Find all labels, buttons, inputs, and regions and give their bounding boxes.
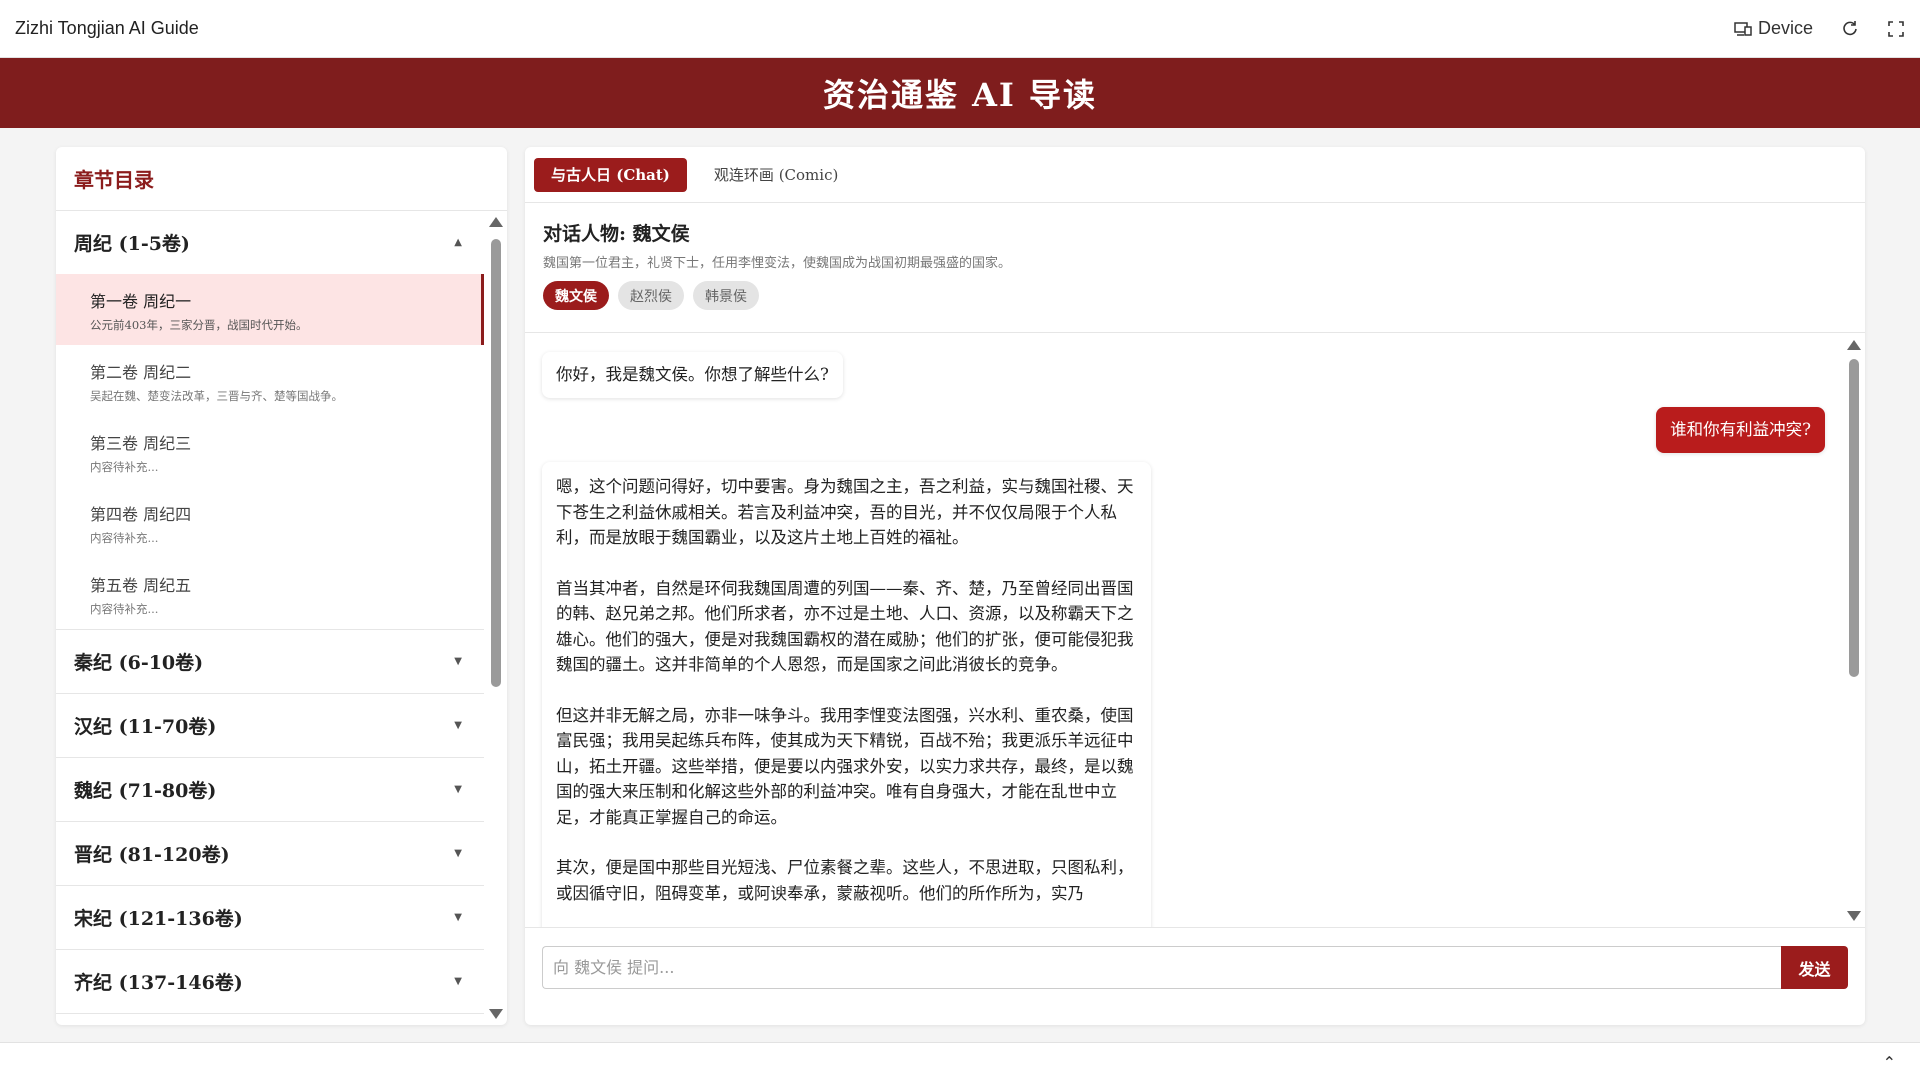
chat-messages: 你好，我是魏文侯。你想了解些什么? 谁和你有利益冲突? 嗯，这个问题问得好，切中…	[525, 334, 1865, 927]
send-button[interactable]: 发送	[1781, 946, 1848, 989]
section-qi: 齐纪 (137-146卷) ▼	[56, 950, 484, 1014]
persona-chips: 魏文侯 赵烈侯 韩景侯	[543, 281, 1847, 310]
caret-down-icon: ▼	[454, 848, 462, 859]
section-label: 周纪 (1-5卷)	[74, 233, 190, 255]
chapter-title: 第二卷 周纪二	[90, 363, 192, 382]
persona-desc: 魏国第一位君主，礼贤下士，任用李悝变法，使魏国成为战国初期最强盛的国家。	[543, 256, 1012, 271]
section-header-song[interactable]: 宋纪 (121-136卷) ▼	[56, 886, 484, 949]
section-header-jin[interactable]: 晋纪 (81-120卷) ▼	[56, 822, 484, 885]
caret-up-icon: ▲	[454, 237, 462, 248]
section-label: 齐纪 (137-146卷)	[74, 972, 243, 994]
persona-chip-zhaolie[interactable]: 赵烈侯	[618, 281, 684, 310]
window-titlebar: Zizhi Tongjian AI Guide Device	[0, 0, 1920, 58]
section-label: 宋纪 (121-136卷)	[74, 908, 243, 930]
section-header-qi[interactable]: 齐纪 (137-146卷) ▼	[56, 950, 484, 1013]
persona-panel: 对话人物: 魏文侯 魏国第一位君主，礼贤下士，任用李悝变法，使魏国成为战国初期最…	[525, 203, 1865, 333]
chapter-title: 第三卷 周纪三	[90, 434, 192, 453]
caret-down-icon: ▼	[454, 912, 462, 923]
message-paragraph: 嗯，这个问题问得好，切中要害。身为魏国之主，吾之利益，实与魏国社稷、天下苍生之利…	[556, 477, 1134, 547]
scroll-up-icon[interactable]	[489, 217, 503, 227]
caret-down-icon: ▼	[454, 976, 462, 987]
section-han: 汉纪 (11-70卷) ▼	[56, 694, 484, 758]
section-song: 宋纪 (121-136卷) ▼	[56, 886, 484, 950]
persona-name: 对话人物: 魏文侯	[543, 223, 690, 245]
section-qin: 秦纪 (6-10卷) ▼	[56, 630, 484, 694]
scrollbar-thumb[interactable]	[1849, 359, 1859, 677]
tab-comic[interactable]: 观连环画 (Comic)	[697, 158, 855, 192]
main-panel: 与古人日 (Chat) 观连环画 (Comic) 对话人物: 魏文侯 魏国第一位…	[525, 147, 1865, 1025]
ai-message: 嗯，这个问题问得好，切中要害。身为魏国之主，吾之利益，实与魏国社稷、天下苍生之利…	[542, 462, 1151, 927]
bottom-bar: ⌃	[0, 1042, 1920, 1080]
chapter-sidebar: 章节目录 周纪 (1-5卷) ▲ 第一卷 周纪一 公元前403年，三家分晋，战国…	[56, 147, 507, 1025]
section-label: 秦纪 (6-10卷)	[74, 652, 204, 674]
section-label: 汉纪 (11-70卷)	[74, 716, 217, 738]
sidebar-header: 章节目录	[56, 147, 507, 211]
section-header-zhou[interactable]: 周纪 (1-5卷) ▲	[56, 211, 484, 274]
device-label: Device	[1757, 18, 1813, 38]
section-wei: 魏纪 (71-80卷) ▼	[56, 758, 484, 822]
section-zhou: 周纪 (1-5卷) ▲ 第一卷 周纪一 公元前403年，三家分晋，战国时代开始。…	[56, 211, 484, 630]
chapter-desc: 公元前403年，三家分晋，战国时代开始。	[90, 318, 308, 332]
ai-message: 你好，我是魏文侯。你想了解些什么?	[542, 352, 843, 398]
chapter-item-5[interactable]: 第五卷 周纪五 内容待补充...	[56, 558, 484, 629]
chapter-title: 第五卷 周纪五	[90, 576, 192, 595]
scrollbar-thumb[interactable]	[491, 239, 501, 687]
message-paragraph: 但这并非无解之局，亦非一味争斗。我用李悝变法图强，兴水利、重农桑，使国富民强；我…	[556, 705, 1134, 827]
app-title: Zizhi Tongjian AI Guide	[15, 18, 199, 38]
chevron-up-icon[interactable]: ⌃	[1883, 1053, 1896, 1072]
user-message: 谁和你有利益冲突?	[1656, 407, 1825, 453]
chapter-desc: 内容待补充...	[90, 602, 159, 616]
fullscreen-icon[interactable]	[1887, 20, 1905, 38]
persona-chip-hanjing[interactable]: 韩景侯	[693, 281, 759, 310]
section-header-han[interactable]: 汉纪 (11-70卷) ▼	[56, 694, 484, 757]
section-header-wei[interactable]: 魏纪 (71-80卷) ▼	[56, 758, 484, 821]
chapter-list: 周纪 (1-5卷) ▲ 第一卷 周纪一 公元前403年，三家分晋，战国时代开始。…	[56, 211, 484, 1025]
chapter-item-3[interactable]: 第三卷 周纪三 内容待补充...	[56, 416, 484, 487]
chapter-desc: 内容待补充...	[90, 531, 159, 545]
sidebar-title: 章节目录	[74, 168, 154, 192]
app-banner: 资治通鉴 AI 导读	[0, 58, 1920, 128]
message-paragraph: 首当其冲者，自然是环伺我魏国周遭的列国——秦、齐、楚，乃至曾经同出晋国的韩、赵兄…	[556, 578, 1134, 675]
message-paragraph: 其次，便是国中那些目光短浅、尸位素餐之辈。这些人，不思进取，只图私利，或因循守旧…	[556, 858, 1134, 903]
chapter-desc: 内容待补充...	[90, 460, 159, 474]
caret-down-icon: ▼	[454, 656, 462, 667]
chapter-title: 第一卷 周纪一	[90, 292, 192, 311]
titlebar-actions: Device	[1734, 18, 1905, 39]
persona-chip-weiwenhou[interactable]: 魏文侯	[543, 281, 609, 310]
chapter-item-4[interactable]: 第四卷 周纪四 内容待补充...	[56, 487, 484, 558]
section-jin: 晋纪 (81-120卷) ▼	[56, 822, 484, 886]
device-button[interactable]: Device	[1734, 18, 1813, 39]
sidebar-scrollbar[interactable]	[485, 211, 507, 1025]
caret-down-icon: ▼	[454, 784, 462, 795]
refresh-icon[interactable]	[1841, 20, 1859, 38]
chapter-item-2[interactable]: 第二卷 周纪二 吴起在魏、楚变法改革，三晋与齐、楚等国战争。	[56, 345, 484, 416]
chat-input-bar: 发送	[525, 927, 1865, 1025]
chapter-desc: 吴起在魏、楚变法改革，三晋与齐、楚等国战争。	[90, 389, 343, 403]
scroll-up-icon[interactable]	[1847, 340, 1861, 350]
scroll-down-icon[interactable]	[489, 1009, 503, 1019]
chapter-title: 第四卷 周纪四	[90, 505, 192, 524]
mode-tabs: 与古人日 (Chat) 观连环画 (Comic)	[525, 147, 1865, 203]
device-icon	[1734, 21, 1752, 36]
chapter-item-1[interactable]: 第一卷 周纪一 公元前403年，三家分晋，战国时代开始。	[56, 274, 484, 345]
caret-down-icon: ▼	[454, 720, 462, 731]
chat-scrollbar[interactable]	[1843, 334, 1865, 927]
chat-input[interactable]	[542, 946, 1781, 989]
banner-title: 资治通鉴 AI 导读	[822, 76, 1098, 114]
scroll-down-icon[interactable]	[1847, 911, 1861, 921]
tab-chat[interactable]: 与古人日 (Chat)	[534, 157, 687, 192]
section-label: 晋纪 (81-120卷)	[74, 844, 230, 866]
section-label: 魏纪 (71-80卷)	[74, 780, 217, 802]
section-header-qin[interactable]: 秦纪 (6-10卷) ▼	[56, 630, 484, 693]
